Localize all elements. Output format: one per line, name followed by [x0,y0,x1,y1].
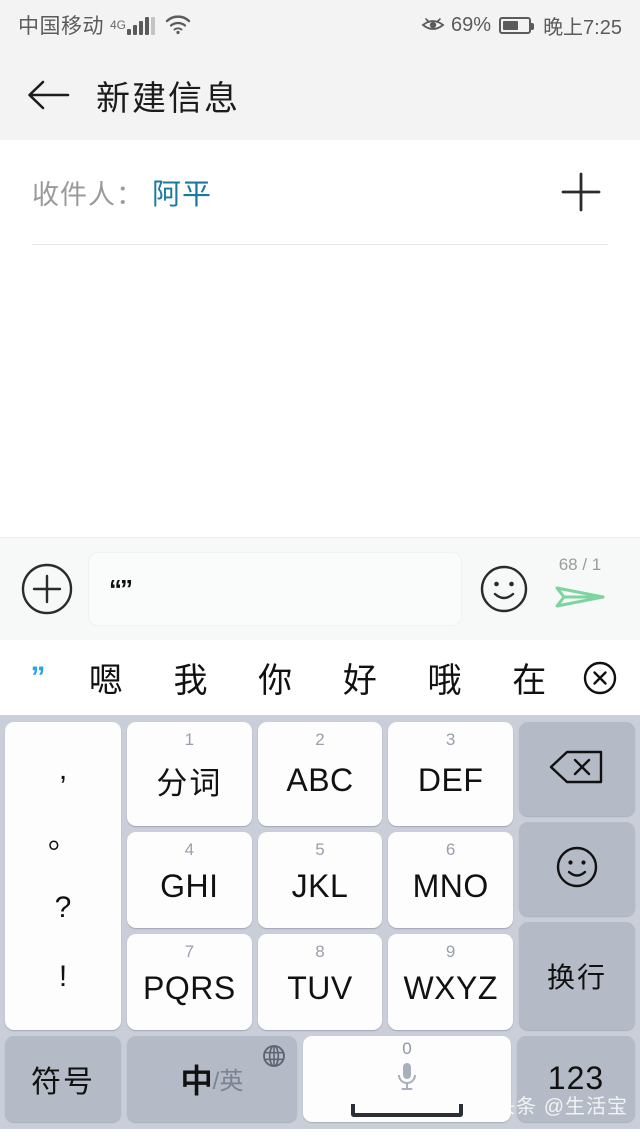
key-label: DEF [417,762,484,799]
character-counter: 68 / 1 [558,555,602,574]
key-number-label: 7 [184,941,195,961]
message-input-value: “” [109,573,133,604]
key-label: TUV [287,970,353,1007]
key-label: WXYZ [403,970,498,1007]
carrier-label: 中国移动 [18,15,104,38]
key-number-label: 2 [315,730,325,749]
key-number-label: 1 [184,730,195,749]
battery-percent-label: 69% [451,13,492,36]
smiley-icon [553,843,601,896]
eye-comfort-icon [421,16,445,34]
battery-icon [499,16,535,34]
clock-label: 晚上7:25 [543,16,622,39]
key-number-label: 5 [315,839,325,859]
status-bar: 中国移动 4G 69% 晚上7:25 [0,0,640,50]
microphone-icon[interactable] [394,1060,420,1099]
key-3[interactable]: 3 DEF [388,722,513,826]
plus-circle-icon[interactable] [18,560,76,618]
send-button[interactable]: 68 / 1 [538,555,622,623]
message-input-field[interactable]: “” [88,552,462,626]
recipient-label: 收件人： [32,179,144,210]
key-label: GHI [160,868,219,905]
punctuation-2[interactable]: ? [55,893,72,923]
key-number-label: 8 [315,941,325,961]
candidate-item[interactable]: 在 [487,653,572,702]
key-5[interactable]: 5 JKL [257,831,383,928]
ime-candidate-bar: ” 嗯我你好哦在 [0,640,640,716]
emoji-button[interactable] [476,561,532,617]
ime-keyboard: , 。?! 1 分词 2 ABC 3 DEF 4 GHI 5 JKL 6 MNO 7 PQRS 8 TUV 9 WX… [0,716,640,1129]
recipient-name[interactable]: 阿平 [152,171,212,213]
key-label: PQRS [142,970,236,1007]
network-type-label: 4G [110,18,127,32]
key-number-label: 3 [445,730,456,749]
return-key[interactable]: 换行 [519,922,635,1030]
space-key[interactable]: 0 [303,1035,511,1122]
keyboard-main-rows: , 。?! 1 分词 2 ABC 3 DEF 4 GHI 5 JKL 6 MNO 7 PQRS 8 TUV 9 WX… [5,722,635,1030]
key-number-label: 6 [445,839,456,859]
key-9[interactable]: 9 WXYZ [388,933,513,1030]
keyboard-emoji-key[interactable] [519,822,635,916]
punctuation-key[interactable]: , 。?! [5,722,121,1030]
language-primary-label: 中 [180,1062,213,1099]
symbol-key-label: 符号 [31,1065,95,1099]
candidate-item[interactable]: 嗯 [64,653,149,702]
language-secondary-label: /英 [212,1068,244,1096]
key-4[interactable]: 4 GHI [127,831,252,928]
key-label: JKL [291,868,349,905]
globe-icon [261,1043,287,1074]
punctuation-1[interactable]: 。 [48,824,78,854]
status-bar-left: 中国移动 4G [18,10,191,40]
language-toggle-key[interactable]: 中 /英 [127,1035,297,1122]
signal-bars-icon [127,15,156,35]
watermark: 头条 @生活宝 [495,1090,628,1119]
candidate-item[interactable]: 哦 [403,653,488,702]
key-8[interactable]: 8 TUV [257,933,383,1030]
punctuation-0[interactable]: , [59,755,67,785]
key-label: 分词 [156,766,223,802]
key-7[interactable]: 7 PQRS [127,933,252,1030]
candidate-item[interactable]: 好 [318,653,403,702]
key-2[interactable]: 2 ABC [257,722,383,826]
backspace-key[interactable] [519,722,635,816]
page-title: 新建信息 [96,79,240,118]
candidate-item[interactable]: 你 [233,653,318,702]
keypad-grid: 1 分词 2 ABC 3 DEF 4 GHI 5 JKL 6 MNO 7 PQRS 8 TUV 9 WXYZ [127,722,513,1030]
return-key-label: 换行 [546,961,607,993]
candidate-item[interactable]: 我 [149,653,234,702]
symbol-key[interactable]: 符号 [5,1035,121,1122]
key-6[interactable]: 6 MNO [388,831,513,928]
punctuation-3[interactable]: ! [59,962,67,992]
keyboard-right-column: 换行 [519,722,635,1030]
key-label: MNO [412,868,489,905]
key-label: ABC [286,762,354,799]
circle-close-icon[interactable] [572,658,628,698]
key-number-label: 4 [184,839,195,859]
key-1[interactable]: 1 分词 [127,722,252,826]
message-body-area[interactable] [0,245,640,537]
send-plane-icon [552,576,608,623]
add-contact-button[interactable] [554,165,608,219]
status-bar-right: 69% 晚上7:25 [421,11,622,40]
composing-text: ” [30,660,46,694]
back-arrow-icon[interactable] [22,69,74,121]
message-input-bar: “” 68 / 1 [0,537,640,640]
candidate-list: 嗯我你好哦在 [64,653,572,702]
space-bar-indicator [351,1104,463,1118]
app-header: 新建信息 [0,50,640,140]
recipient-row[interactable]: 收件人： 阿平 [0,140,640,244]
key-number-label: 9 [445,941,456,961]
backspace-icon [547,746,607,793]
wifi-icon [165,15,191,35]
space-key-number: 0 [402,1039,412,1059]
watermark-text: 头条 @生活宝 [495,1096,628,1118]
